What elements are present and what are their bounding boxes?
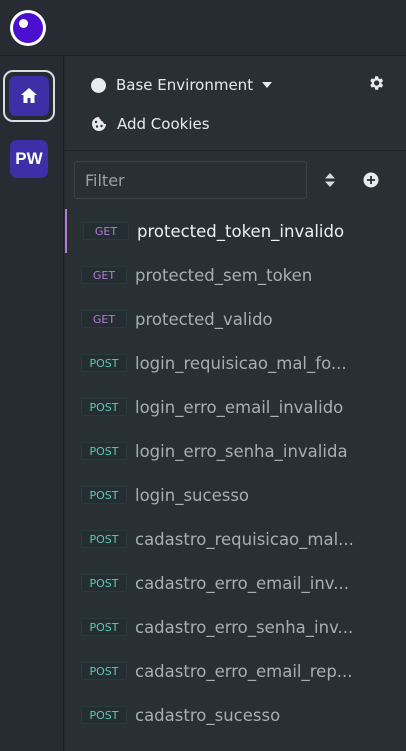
cookie-icon	[92, 117, 106, 131]
method-badge: POST	[81, 530, 127, 548]
method-badge: GET	[81, 266, 127, 284]
request-name: cadastro_erro_senha_inv...	[135, 617, 354, 637]
chevron-down-icon	[262, 82, 273, 88]
request-item[interactable]: GET protected_sem_token	[65, 253, 406, 297]
home-button[interactable]	[3, 70, 55, 122]
method-badge: POST	[81, 486, 127, 504]
request-name: cadastro_sucesso	[135, 705, 281, 725]
method-badge: POST	[81, 618, 127, 636]
request-list: GET protected_token_invalido GET protected_…	[65, 209, 406, 737]
request-name: protected_sem_token	[135, 265, 313, 285]
request-item[interactable]: POST login_sucesso	[65, 473, 406, 517]
top-bar	[0, 0, 406, 56]
environment-color-icon	[91, 77, 106, 93]
filter-placeholder: Filter	[85, 170, 125, 190]
environment-label: Base Environment	[116, 76, 254, 94]
method-badge: POST	[81, 398, 127, 416]
divider	[65, 150, 406, 151]
request-item[interactable]: GET protected_token_invalido	[65, 209, 406, 253]
request-name: cadastro_requisicao_mal...	[135, 529, 354, 549]
filter-input[interactable]: Filter	[74, 161, 307, 199]
add-circle-icon[interactable]	[363, 172, 379, 188]
request-name: login_requisicao_mal_fo...	[135, 353, 347, 373]
add-cookies-label: Add Cookies	[117, 115, 210, 133]
request-item[interactable]: GET protected_valido	[65, 297, 406, 341]
add-cookies-button[interactable]: Add Cookies	[91, 113, 210, 135]
request-name: cadastro_erro_email_inv...	[135, 573, 350, 593]
method-badge: POST	[81, 574, 127, 592]
gear-icon[interactable]	[367, 74, 385, 92]
home-icon	[21, 88, 37, 103]
sort-icon[interactable]	[323, 172, 337, 188]
method-badge: GET	[83, 222, 129, 240]
request-name: login_sucesso	[135, 485, 250, 505]
method-badge: POST	[81, 662, 127, 680]
request-item[interactable]: POST cadastro_erro_email_rep...	[65, 649, 406, 693]
request-item[interactable]: POST login_requisicao_mal_fo...	[65, 341, 406, 385]
request-name: cadastro_erro_email_rep...	[135, 661, 353, 681]
request-name: login_erro_senha_invalida	[135, 441, 348, 461]
environment-selector[interactable]: Base Environment	[91, 74, 273, 96]
request-item[interactable]: POST login_erro_senha_invalida	[65, 429, 406, 473]
request-name: login_erro_email_invalido	[135, 397, 344, 417]
method-badge: GET	[81, 310, 127, 328]
method-badge: POST	[81, 706, 127, 724]
workspace-rail: PW	[0, 56, 64, 751]
request-item[interactable]: POST cadastro_erro_senha_inv...	[65, 605, 406, 649]
request-item[interactable]: POST cadastro_sucesso	[65, 693, 406, 737]
method-badge: POST	[81, 442, 127, 460]
request-panel: Base Environment Add Cookies Filter GET p…	[65, 56, 406, 751]
request-item[interactable]: POST login_erro_email_invalido	[65, 385, 406, 429]
request-name: protected_token_invalido	[137, 221, 345, 241]
request-item[interactable]: POST cadastro_requisicao_mal...	[65, 517, 406, 561]
request-name: protected_valido	[135, 309, 273, 329]
app-logo-icon[interactable]	[10, 10, 46, 46]
workspace-pw-button[interactable]: PW	[10, 140, 48, 178]
method-badge: POST	[81, 354, 127, 372]
request-item[interactable]: POST cadastro_erro_email_inv...	[65, 561, 406, 605]
